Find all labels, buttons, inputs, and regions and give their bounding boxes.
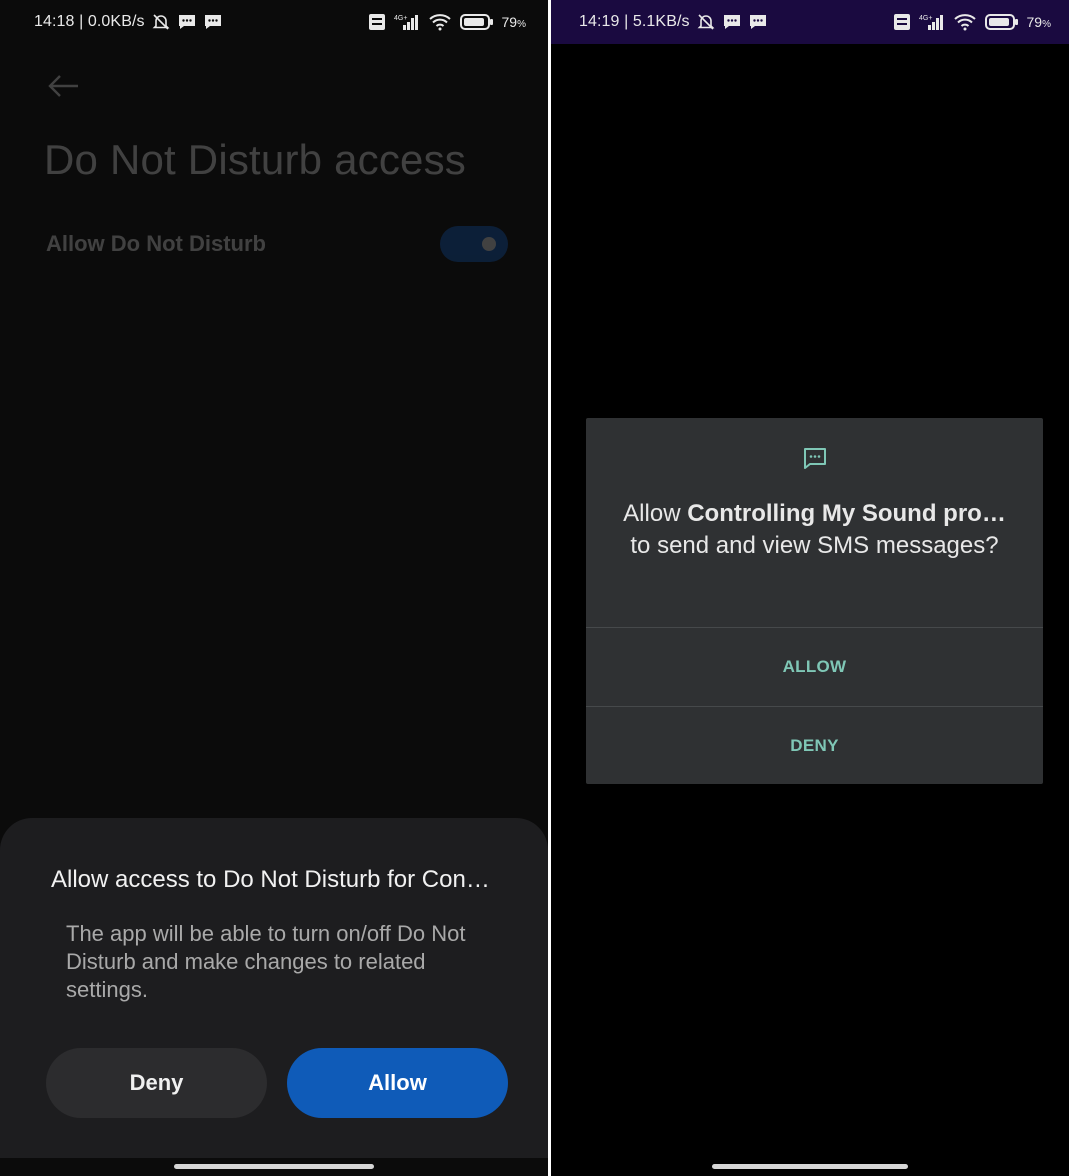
allow-button[interactable]: ALLOW <box>586 628 1043 706</box>
deny-button[interactable]: Deny <box>46 1048 267 1118</box>
home-gesture-handle[interactable] <box>712 1164 908 1169</box>
battery-unit: % <box>1042 19 1051 30</box>
volte-icon <box>368 13 386 31</box>
sms-message-icon <box>802 446 828 472</box>
back-arrow-icon[interactable] <box>46 72 82 100</box>
message-suffix: to send and view SMS messages? <box>630 532 999 559</box>
svg-text:4G+: 4G+ <box>394 15 407 22</box>
allow-button[interactable]: Allow <box>287 1048 508 1118</box>
svg-text:4G+: 4G+ <box>919 15 932 22</box>
bell-off-icon <box>696 12 716 32</box>
message-prefix: Allow <box>623 500 688 527</box>
allow-dnd-toggle[interactable] <box>440 226 508 262</box>
message-icon <box>748 13 768 31</box>
sheet-body: The app will be able to turn on/off Do N… <box>66 921 466 1002</box>
allow-dnd-setting-row[interactable]: Allow Do Not Disturb <box>46 226 508 262</box>
left-screen: 14:18 | 0.0KB/s 4G+ 79% Do Not Disturb a… <box>0 0 548 1176</box>
status-time-speed: 14:19 | 5.1KB/s <box>579 13 690 30</box>
sheet-title: Allow access to Do Not Disturb for Con… <box>51 866 490 893</box>
message-icon <box>722 13 742 31</box>
toggle-knob <box>482 237 496 251</box>
signal-icon: 4G+ <box>919 13 945 31</box>
page-title: Do Not Disturb access <box>44 136 467 183</box>
battery-level: 79 <box>1026 14 1043 30</box>
status-bar: 14:19 | 5.1KB/s 4G+ 79% <box>551 0 1069 44</box>
battery-level: 79 <box>501 14 518 30</box>
volte-icon <box>893 13 911 31</box>
wifi-icon <box>428 13 452 31</box>
home-gesture-handle[interactable] <box>174 1164 374 1169</box>
battery-unit: % <box>517 19 526 30</box>
wifi-icon <box>953 13 977 31</box>
setting-label: Allow Do Not Disturb <box>46 231 266 256</box>
signal-icon: 4G+ <box>394 13 420 31</box>
right-screen: 14:19 | 5.1KB/s 4G+ 79% Allow Controllin… <box>551 0 1069 1176</box>
sms-permission-dialog: Allow Controlling My Sound pro… to send … <box>586 418 1043 784</box>
app-name: Controlling My Sound pro… <box>687 500 1006 527</box>
message-icon <box>177 13 197 31</box>
message-icon <box>203 13 223 31</box>
status-time-speed: 14:18 | 0.0KB/s <box>34 13 145 30</box>
dialog-message: Allow Controlling My Sound pro… to send … <box>616 498 1013 562</box>
bell-off-icon <box>151 12 171 32</box>
status-bar: 14:18 | 0.0KB/s 4G+ 79% <box>0 0 548 44</box>
battery-icon <box>459 13 494 31</box>
battery-icon <box>984 13 1019 31</box>
deny-button[interactable]: DENY <box>586 707 1043 785</box>
permission-bottom-sheet: Allow access to Do Not Disturb for Con… … <box>0 818 548 1158</box>
